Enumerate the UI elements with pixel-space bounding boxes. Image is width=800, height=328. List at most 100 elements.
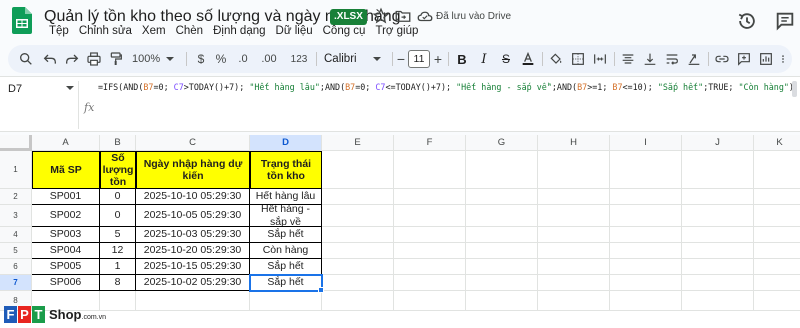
text-wrap-icon[interactable] xyxy=(664,50,680,68)
selected-cell[interactable]: Sắp hết xyxy=(249,274,323,292)
empty-cell[interactable] xyxy=(322,291,394,311)
more-formats-button[interactable]: 123 xyxy=(288,50,310,68)
empty-cell[interactable] xyxy=(754,275,800,291)
empty-cell[interactable] xyxy=(394,259,466,275)
italic-button[interactable]: I xyxy=(476,50,492,68)
fill-handle[interactable] xyxy=(318,287,324,293)
vertical-align-icon[interactable] xyxy=(642,50,658,68)
empty-cell[interactable] xyxy=(394,227,466,243)
empty-cell[interactable] xyxy=(394,275,466,291)
percent-format-button[interactable]: % xyxy=(214,50,228,68)
paint-format-icon[interactable] xyxy=(108,50,124,68)
table-cell[interactable]: Còn hàng xyxy=(250,243,322,259)
empty-cell[interactable] xyxy=(754,291,800,311)
empty-cell[interactable] xyxy=(394,243,466,259)
table-cell[interactable]: 0 xyxy=(100,189,136,205)
table-cell[interactable]: 2025-10-20 05:29:30 xyxy=(136,243,250,259)
undo-icon[interactable] xyxy=(42,50,58,68)
empty-cell[interactable] xyxy=(322,227,394,243)
table-cell[interactable]: 2025-10-10 05:29:30 xyxy=(136,189,250,205)
row-header-4[interactable]: 4 xyxy=(0,227,32,243)
font-size-input[interactable]: 11 xyxy=(408,50,430,68)
column-header-c[interactable]: C xyxy=(136,135,250,151)
table-cell[interactable]: 2025-10-02 05:29:30 xyxy=(136,275,250,291)
merge-cells-icon[interactable] xyxy=(592,50,608,68)
empty-cell[interactable] xyxy=(136,291,250,311)
empty-cell[interactable] xyxy=(682,205,754,227)
decrease-decimal-button[interactable]: .0 xyxy=(234,50,252,68)
currency-format-button[interactable]: $ xyxy=(194,50,208,68)
table-cell[interactable]: SP001 xyxy=(32,189,100,205)
text-rotation-icon[interactable] xyxy=(686,50,702,68)
empty-cell[interactable] xyxy=(250,291,322,311)
comments-icon[interactable] xyxy=(774,10,796,32)
empty-cell[interactable] xyxy=(610,151,682,189)
column-header-h[interactable]: H xyxy=(538,135,610,151)
empty-cell[interactable] xyxy=(682,291,754,311)
empty-cell[interactable] xyxy=(682,227,754,243)
decrease-font-size-button[interactable]: − xyxy=(396,50,406,68)
table-cell[interactable]: 2025-10-15 05:29:30 xyxy=(136,259,250,275)
table-cell[interactable]: SP002 xyxy=(32,205,100,227)
table-cell[interactable]: 1 xyxy=(100,259,136,275)
text-color-icon[interactable] xyxy=(520,50,536,68)
empty-cell[interactable] xyxy=(322,275,394,291)
menu-item-file[interactable]: Tệp xyxy=(44,25,74,37)
empty-cell[interactable] xyxy=(322,259,394,275)
empty-cell[interactable] xyxy=(754,189,800,205)
menu-item-tools[interactable]: Công cụ xyxy=(318,25,371,37)
empty-cell[interactable] xyxy=(610,275,682,291)
table-cell[interactable]: Hết hàng lâu xyxy=(250,189,322,205)
empty-cell[interactable] xyxy=(610,243,682,259)
header-cell[interactable]: Trạng thái tồn kho xyxy=(250,151,322,189)
bold-button[interactable]: B xyxy=(454,50,470,68)
empty-cell[interactable] xyxy=(466,151,538,189)
empty-cell[interactable] xyxy=(754,227,800,243)
move-folder-icon[interactable] xyxy=(394,7,412,25)
empty-cell[interactable] xyxy=(682,243,754,259)
zoom-select[interactable]: 100% xyxy=(132,50,180,68)
fill-color-icon[interactable] xyxy=(548,50,564,68)
column-header-d[interactable]: D xyxy=(250,135,322,151)
row-header-3[interactable]: 3 xyxy=(0,205,32,227)
empty-cell[interactable] xyxy=(466,205,538,227)
menu-item-help[interactable]: Trợ giúp xyxy=(370,25,423,37)
table-cell[interactable]: 5 xyxy=(100,227,136,243)
borders-icon[interactable] xyxy=(570,50,586,68)
table-cell[interactable]: SP005 xyxy=(32,259,100,275)
strikethrough-button[interactable]: S xyxy=(498,50,514,68)
row-header-5[interactable]: 5 xyxy=(0,243,32,259)
star-icon[interactable] xyxy=(372,7,390,25)
chevron-down-icon[interactable] xyxy=(66,86,74,90)
empty-cell[interactable] xyxy=(466,243,538,259)
insert-comment-icon[interactable] xyxy=(736,50,752,68)
empty-cell[interactable] xyxy=(610,259,682,275)
empty-cell[interactable] xyxy=(466,227,538,243)
empty-cell[interactable] xyxy=(610,189,682,205)
formula-input[interactable]: =IFS(AND(B7=0; C7>TODAY()+7); "Hết hàng … xyxy=(98,82,794,92)
increase-decimal-button[interactable]: .00 xyxy=(258,50,280,68)
search-menus-icon[interactable] xyxy=(18,50,34,68)
insert-link-icon[interactable] xyxy=(714,50,730,68)
column-header-f[interactable]: F xyxy=(394,135,466,151)
empty-cell[interactable] xyxy=(610,205,682,227)
empty-cell[interactable] xyxy=(322,151,394,189)
empty-cell[interactable] xyxy=(466,259,538,275)
empty-cell[interactable] xyxy=(538,189,610,205)
table-cell[interactable]: 2025-10-03 05:29:30 xyxy=(136,227,250,243)
row-header-1[interactable]: 1 xyxy=(0,151,32,189)
header-cell[interactable]: Số lượng tồn xyxy=(100,151,136,189)
empty-cell[interactable] xyxy=(538,291,610,311)
menu-item-edit[interactable]: Chỉnh sửa xyxy=(74,25,137,37)
empty-cell[interactable] xyxy=(394,291,466,311)
empty-cell[interactable] xyxy=(322,189,394,205)
empty-cell[interactable] xyxy=(538,259,610,275)
empty-cell[interactable] xyxy=(682,275,754,291)
menu-item-insert[interactable]: Chèn xyxy=(171,25,209,37)
column-header-b[interactable]: B xyxy=(100,135,136,151)
empty-cell[interactable] xyxy=(538,227,610,243)
empty-cell[interactable] xyxy=(610,291,682,311)
column-header-i[interactable]: I xyxy=(610,135,682,151)
menu-item-view[interactable]: Xem xyxy=(137,25,171,37)
empty-cell[interactable] xyxy=(322,205,394,227)
